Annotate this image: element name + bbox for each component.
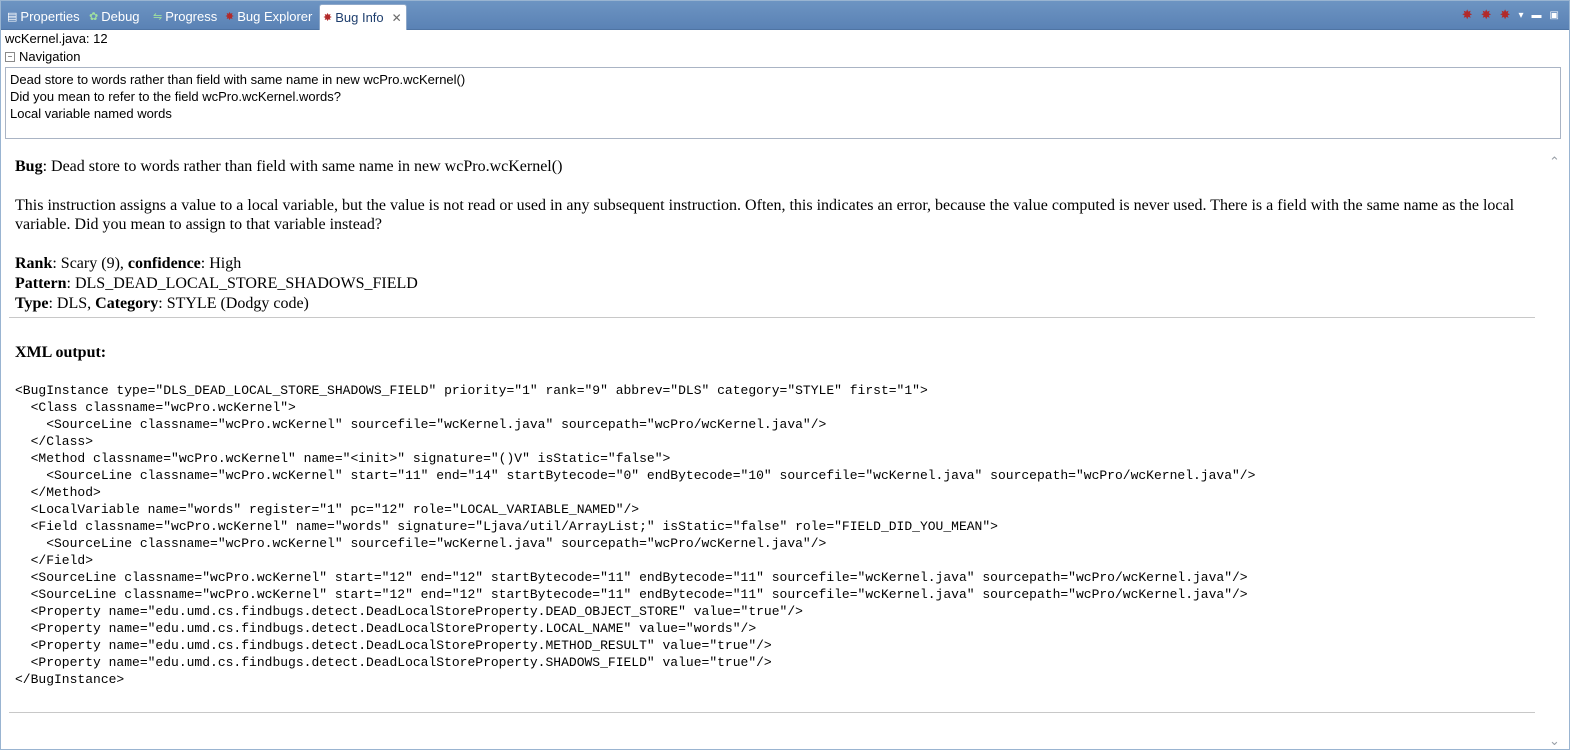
debug-icon: ✿: [89, 11, 99, 23]
xml-line: <LocalVariable name="words" register="1"…: [15, 502, 640, 517]
view-menu-icon[interactable]: ▾: [1519, 10, 1524, 21]
bug-info-view: ▤ Properties ✿ Debug ⇋ Progress ✸ Bug Ex…: [0, 0, 1570, 750]
bug-icon[interactable]: ✸: [1462, 7, 1473, 23]
navigation-item[interactable]: Dead store to words rather than field wi…: [10, 71, 1556, 88]
scroll-down-icon[interactable]: ⌄: [1549, 733, 1560, 749]
navigation-list: Dead store to words rather than field wi…: [5, 67, 1561, 139]
type-value: : DLS,: [48, 295, 96, 312]
rank-label: Rank: [15, 255, 53, 272]
xml-line: </BugInstance>: [15, 672, 125, 687]
type-row: Type: DLS, Category: STYLE (Dodgy code): [15, 294, 418, 314]
view-toolbar: ✸ ✸ ✸ ▾ ▬ ▣: [1462, 6, 1559, 24]
xml-line: <Class classname="wcPro.wcKernel">: [15, 400, 296, 415]
bug-label: Bug: [15, 158, 43, 175]
vertical-scrollbar[interactable]: ⌃ ⌄: [1543, 146, 1569, 749]
bug-description: This instruction assigns a value to a lo…: [15, 197, 1515, 233]
divider: [9, 712, 1535, 713]
navigation-item[interactable]: Did you mean to refer to the field wcPro…: [10, 88, 1556, 105]
confidence-value: : High: [200, 255, 242, 272]
tab-label: Debug: [101, 9, 140, 24]
pattern-row: Pattern: DLS_DEAD_LOCAL_STORE_SHADOWS_FI…: [15, 274, 418, 294]
tab-label: Progress: [165, 9, 218, 24]
xml-line: <Property name="edu.umd.cs.findbugs.dete…: [15, 621, 757, 636]
xml-line: <SourceLine classname="wcPro.wcKernel" s…: [15, 417, 827, 432]
collapse-icon[interactable]: −: [5, 51, 15, 62]
tab-debug[interactable]: ✿ Debug: [89, 4, 140, 29]
xml-line: </Class>: [15, 434, 94, 449]
bug-text: : Dead store to words rather than field …: [42, 158, 563, 175]
bug-metadata: Rank: Scary (9), confidence: High Patter…: [15, 254, 418, 314]
pattern-value: : DLS_DEAD_LOCAL_STORE_SHADOWS_FIELD: [66, 275, 418, 292]
properties-icon: ▤: [7, 11, 18, 23]
bug-details: Bug: Dead store to words rather than fie…: [1, 146, 1541, 749]
xml-line: <Property name="edu.umd.cs.findbugs.dete…: [15, 638, 772, 653]
bug-icon: ✸: [323, 12, 333, 24]
xml-line: <Field classname="wcPro.wcKernel" name="…: [15, 519, 998, 534]
rank-row: Rank: Scary (9), confidence: High: [15, 254, 418, 274]
minimize-icon[interactable]: ▬: [1532, 10, 1542, 21]
xml-output: <BugInstance type="DLS_DEAD_LOCAL_STORE_…: [15, 382, 1255, 688]
scroll-up-icon[interactable]: ⌃: [1549, 154, 1560, 170]
tab-properties[interactable]: ▤ Properties: [7, 4, 80, 29]
close-icon[interactable]: ✕: [392, 11, 402, 25]
progress-icon: ⇋: [153, 11, 163, 23]
xml-line: <SourceLine classname="wcPro.wcKernel" s…: [15, 536, 827, 551]
category-label: Category: [95, 295, 159, 312]
confidence-label: confidence: [127, 255, 201, 272]
xml-line: <SourceLine classname="wcPro.wcKernel" s…: [15, 570, 1248, 585]
bug-icon[interactable]: ✸: [1500, 7, 1511, 23]
xml-output-heading: XML output:: [15, 344, 107, 361]
rank-value: : Scary (9),: [52, 255, 128, 272]
source-location: wcKernel.java: 12: [5, 31, 108, 46]
xml-line: </Method>: [15, 485, 101, 500]
xml-line: <Property name="edu.umd.cs.findbugs.dete…: [15, 604, 803, 619]
tab-label: Properties: [20, 9, 80, 24]
tab-bug-explorer[interactable]: ✸ Bug Explorer: [225, 4, 312, 29]
tab-label: Bug Info: [335, 10, 384, 25]
navigation-label: Navigation: [19, 49, 81, 64]
xml-line: <Property name="edu.umd.cs.findbugs.dete…: [15, 655, 772, 670]
bug-icon: ✸: [225, 11, 235, 23]
bug-summary: Bug: Dead store to words rather than fie…: [15, 158, 562, 176]
tab-bug-info[interactable]: ✸ Bug Info ✕: [319, 4, 407, 30]
maximize-icon[interactable]: ▣: [1550, 10, 1559, 21]
xml-line: <Method classname="wcPro.wcKernel" name=…: [15, 451, 671, 466]
tab-label: Bug Explorer: [237, 9, 313, 24]
xml-line: <SourceLine classname="wcPro.wcKernel" s…: [15, 587, 1248, 602]
xml-line: <BugInstance type="DLS_DEAD_LOCAL_STORE_…: [15, 383, 928, 398]
navigation-section-header[interactable]: − Navigation: [5, 49, 80, 64]
type-label: Type: [15, 295, 49, 312]
divider: [9, 317, 1535, 318]
bug-icon[interactable]: ✸: [1481, 7, 1492, 23]
pattern-label: Pattern: [15, 275, 67, 292]
xml-line: </Field>: [15, 553, 94, 568]
view-tab-bar: ▤ Properties ✿ Debug ⇋ Progress ✸ Bug Ex…: [1, 1, 1569, 30]
xml-line: <SourceLine classname="wcPro.wcKernel" s…: [15, 468, 1256, 483]
tab-progress[interactable]: ⇋ Progress: [153, 4, 217, 29]
category-value: : STYLE (Dodgy code): [158, 295, 309, 312]
navigation-item[interactable]: Local variable named words: [10, 105, 1556, 122]
